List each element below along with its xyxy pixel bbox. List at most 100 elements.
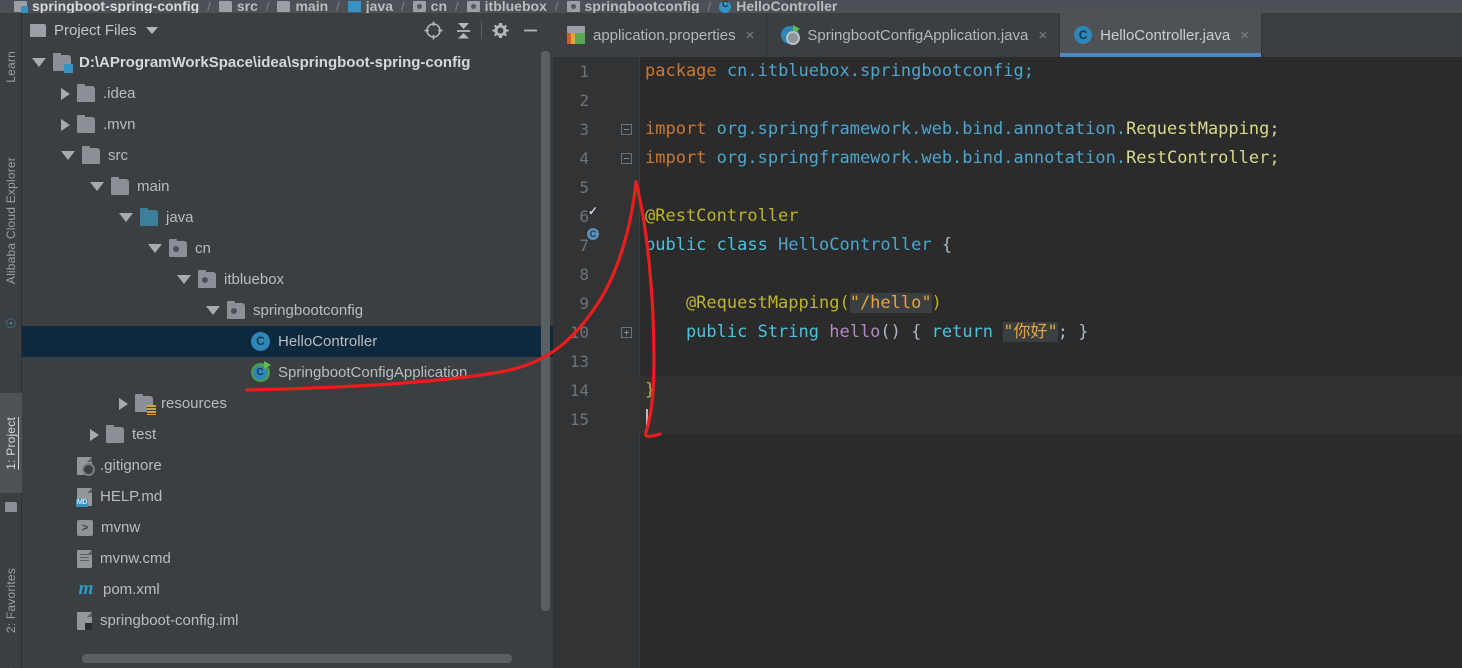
breadcrumb-item-hellocontroller[interactable]: HelloController xyxy=(719,0,837,13)
code-line-13[interactable]: 13 xyxy=(553,347,1462,376)
tool-strip-item-project[interactable]: 1: Project xyxy=(0,393,22,493)
breadcrumb-item-springbootconfig[interactable]: springbootconfig xyxy=(566,0,700,13)
line-number: 2 xyxy=(579,91,589,110)
code-line-6[interactable]: 6 ✓ @RestController xyxy=(553,202,1462,231)
breadcrumb-label: HelloController xyxy=(736,0,838,13)
run-class-icon[interactable]: C xyxy=(587,228,615,256)
tree-row-d-aprogramworkspace-idea-springboot-spring-config[interactable]: D:\AProgramWorkSpace\idea\springboot-spr… xyxy=(22,47,553,78)
tree-row-pom-xml[interactable]: pom.xml xyxy=(22,574,553,605)
tree-row-label: .gitignore xyxy=(100,457,162,474)
folder-icon xyxy=(30,23,46,37)
code-line-2[interactable]: 2 xyxy=(553,86,1462,115)
code-line-text: import org.springframework.web.bind.anno… xyxy=(645,115,1280,144)
tree-row-help-md[interactable]: MD HELP.md xyxy=(22,481,553,512)
breadcrumb-item-springboot-spring-config[interactable]: springboot-spring-config xyxy=(14,0,199,13)
breadcrumb-item-src[interactable]: src xyxy=(218,0,258,13)
tree-row--mvn[interactable]: .mvn xyxy=(22,109,553,140)
code-token: "/hello" xyxy=(849,293,932,313)
chevron-down-icon[interactable] xyxy=(32,58,46,67)
code-line-10[interactable]: 10 + public String hello() { return "你好";… xyxy=(553,318,1462,347)
code-token: ; xyxy=(1269,148,1280,168)
chevron-down-icon[interactable] xyxy=(119,213,133,222)
tree-row-label: .idea xyxy=(103,85,136,102)
code-line-14[interactable]: 14} xyxy=(553,376,1462,405)
chevron-down-icon[interactable] xyxy=(148,244,162,253)
code-line-1[interactable]: 1 package cn.itbluebox.springbootconfig; xyxy=(553,57,1462,86)
editor-tab-application-properties[interactable]: application.properties × xyxy=(553,13,768,57)
code-line-text: import org.springframework.web.bind.anno… xyxy=(645,144,1280,173)
tree-row-springbootconfig[interactable]: springbootconfig xyxy=(22,295,553,326)
chevron-right-icon[interactable] xyxy=(90,428,99,441)
chevron-down-icon[interactable] xyxy=(177,275,191,284)
tool-strip-item-learn[interactable]: Learn xyxy=(0,13,22,121)
project-tree[interactable]: D:\AProgramWorkSpace\idea\springboot-spr… xyxy=(22,47,553,668)
code-token: import xyxy=(645,148,717,168)
tree-row-resources[interactable]: resources xyxy=(22,388,553,419)
collapse-all-icon[interactable] xyxy=(448,15,478,45)
chevron-down-icon[interactable] xyxy=(145,26,158,34)
tree-row--gitignore[interactable]: .gitignore xyxy=(22,450,553,481)
tree-row-springboot-config-iml[interactable]: springboot-config.iml xyxy=(22,605,553,636)
line-number: 1 xyxy=(579,62,589,81)
chevron-down-icon[interactable] xyxy=(61,151,75,160)
fold-collapse-icon[interactable]: − xyxy=(621,124,632,135)
tree-row-label: resources xyxy=(161,395,227,412)
fold-collapse-icon[interactable]: − xyxy=(621,153,632,164)
breadcrumb-separator: / xyxy=(336,0,340,13)
tool-strip-item-alibaba-cloud-explorer[interactable]: Alibaba Cloud Explorer xyxy=(0,121,22,321)
folder-source-icon xyxy=(347,1,361,12)
fold-expand-icon[interactable]: + xyxy=(621,327,632,338)
code-line-text: public class HelloController { xyxy=(645,231,952,260)
code-lines[interactable]: 1 package cn.itbluebox.springbootconfig; 2… xyxy=(553,57,1462,434)
tree-row-main[interactable]: main xyxy=(22,171,553,202)
tree-row-springbootconfigapplication[interactable]: C SpringbootConfigApplication xyxy=(22,357,553,388)
code-line-15[interactable]: 15 xyxy=(553,405,1462,434)
tool-strip-item-favorites[interactable]: 2: Favorites xyxy=(0,541,22,661)
folder-module-icon xyxy=(53,52,73,73)
chevron-down-icon[interactable] xyxy=(90,182,104,191)
tree-row--idea[interactable]: .idea xyxy=(22,78,553,109)
code-token: import xyxy=(645,119,717,139)
editor-tab-springbootconfigapplication-java[interactable]: SpringbootConfigApplication.java × xyxy=(767,13,1061,57)
chevron-right-icon[interactable] xyxy=(119,397,128,410)
tree-row-itbluebox[interactable]: itbluebox xyxy=(22,264,553,295)
tree-row-label: springboot-config.iml xyxy=(100,612,239,629)
project-panel-title: Project Files xyxy=(54,21,137,39)
tree-row-test[interactable]: test xyxy=(22,419,553,450)
tree-row-mvnw[interactable]: mvnw xyxy=(22,512,553,543)
package-icon xyxy=(227,300,245,319)
code-editor[interactable]: 1 package cn.itbluebox.springbootconfig; 2… xyxy=(553,57,1462,668)
chevron-right-icon[interactable] xyxy=(61,118,70,131)
breadcrumb-item-java[interactable]: java xyxy=(347,0,393,13)
tree-row-src[interactable]: src xyxy=(22,140,553,171)
editor-area: application.properties × SpringbootConfigA… xyxy=(553,13,1462,668)
code-line-5[interactable]: 5 xyxy=(553,173,1462,202)
close-icon[interactable]: × xyxy=(746,28,755,43)
breadcrumb-item-cn[interactable]: cn xyxy=(412,0,447,13)
tool-window-strip: Learn Alibaba Cloud Explorer 1: Project … xyxy=(0,13,22,668)
tree-row-mvnw-cmd[interactable]: mvnw.cmd xyxy=(22,543,553,574)
project-panel-vertical-scrollbar[interactable] xyxy=(541,51,550,611)
tree-row-java[interactable]: java xyxy=(22,202,553,233)
settings-gear-icon[interactable] xyxy=(485,15,515,45)
chevron-right-icon[interactable] xyxy=(61,87,70,100)
code-line-3[interactable]: 3 − import org.springframework.web.bind.an… xyxy=(553,115,1462,144)
editor-tab-label: application.properties xyxy=(593,26,736,44)
code-line-9[interactable]: 9 @RequestMapping("/hello") xyxy=(553,289,1462,318)
close-icon[interactable]: × xyxy=(1240,28,1249,43)
breadcrumb-separator: / xyxy=(554,0,559,13)
project-panel-horizontal-scrollbar[interactable] xyxy=(82,654,512,663)
breadcrumb-item-main[interactable]: main xyxy=(277,0,328,13)
minimize-icon[interactable] xyxy=(515,15,545,45)
code-line-7[interactable]: 7 Cpublic class HelloController { xyxy=(553,228,1462,260)
code-line-8[interactable]: 8 xyxy=(553,260,1462,289)
tree-row-hellocontroller[interactable]: HelloController xyxy=(22,326,553,357)
close-icon[interactable]: × xyxy=(1038,28,1047,43)
breadcrumb-item-itbluebox[interactable]: itbluebox xyxy=(466,0,547,13)
chevron-down-icon[interactable] xyxy=(206,306,220,315)
editor-tab-hellocontroller-java[interactable]: C HelloController.java × xyxy=(1060,13,1262,57)
code-line-4[interactable]: 4 − import org.springframework.web.bind.an… xyxy=(553,144,1462,173)
run-check-icon[interactable]: ✓ xyxy=(588,204,615,227)
tree-row-cn[interactable]: cn xyxy=(22,233,553,264)
locate-icon[interactable] xyxy=(418,15,448,45)
